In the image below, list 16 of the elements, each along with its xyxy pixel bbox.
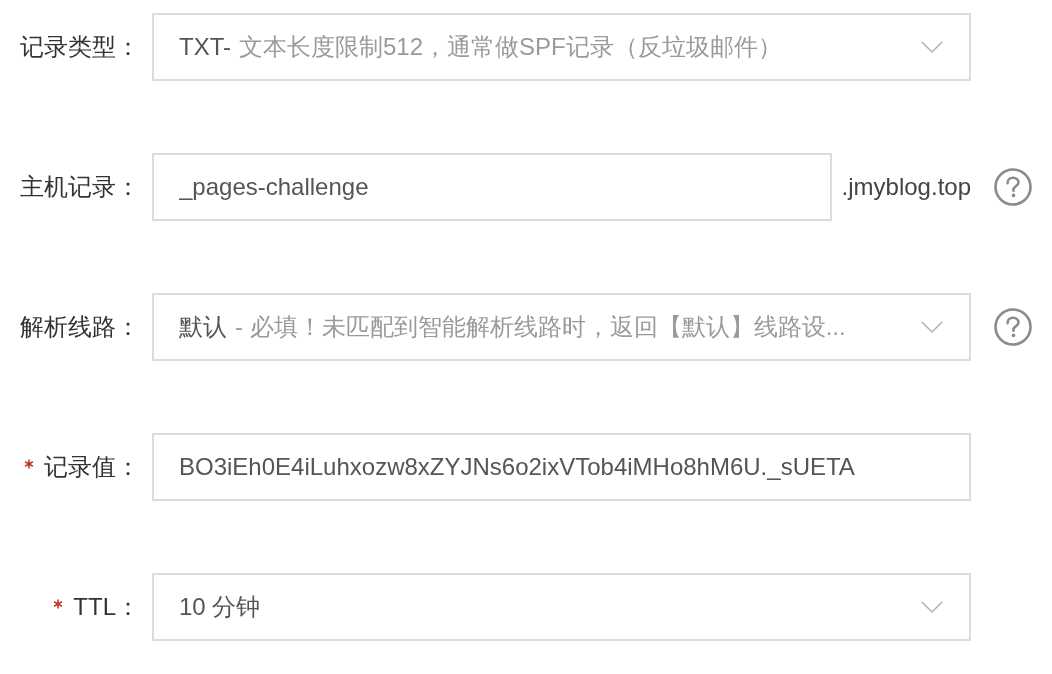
chevron-down-icon [921, 601, 943, 613]
chevron-down-icon [921, 321, 943, 333]
help-icon[interactable] [994, 308, 1032, 346]
text-input[interactable]: BO3iEh0E4iLuhxozw8xZYJNs6o2ixVTob4iMHo8hM6U._sUETA [152, 433, 971, 501]
field-label: TTL： [73, 592, 140, 622]
domain-suffix: .jmyblog.top [841, 173, 971, 201]
text-input[interactable]: _pages-challenge [152, 153, 832, 221]
field-label: 解析线路： [20, 312, 140, 342]
dropdown-select[interactable]: 默认 - 必填！未匹配到智能解析线路时，返回【默认】线路设... [152, 293, 971, 361]
dropdown-select[interactable]: TXT- 文本长度限制512，通常做SPF记录（反垃圾邮件） [152, 13, 971, 81]
help-icon[interactable] [994, 168, 1032, 206]
chevron-down-icon [921, 41, 943, 53]
field-label: 记录类型： [20, 32, 140, 62]
dropdown-select[interactable]: 10 分钟 [152, 573, 971, 641]
field-label: 记录值： [44, 452, 140, 482]
field-label: 主机记录： [20, 172, 140, 202]
